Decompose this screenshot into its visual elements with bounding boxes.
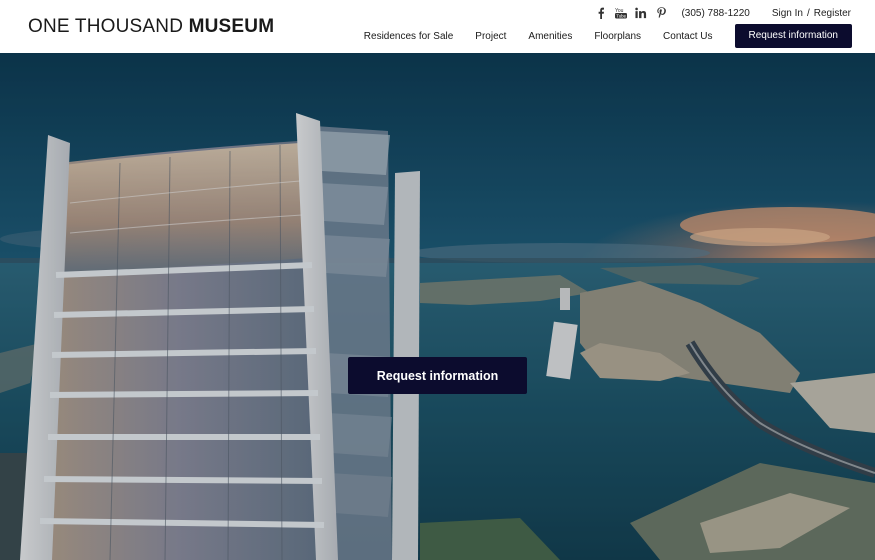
youtube-icon[interactable]: You Tube — [615, 7, 628, 19]
top-utility-bar: You Tube (305) 788-1220 Sign In / Registe… — [595, 6, 851, 20]
logo-bold-text: MUSEUM — [188, 16, 275, 37]
svg-text:Tube: Tube — [617, 14, 627, 19]
social-links: You Tube — [595, 7, 667, 19]
nav-residences-for-sale[interactable]: Residences for Sale — [364, 31, 454, 42]
hero-section: Request information — [0, 53, 875, 560]
nav-contact-us[interactable]: Contact Us — [663, 31, 712, 42]
register-link[interactable]: Register — [814, 8, 851, 19]
linkedin-icon[interactable] — [635, 7, 647, 19]
hero-background-image — [0, 53, 875, 560]
logo-light-text: ONE THOUSAND — [28, 16, 189, 37]
main-nav: Residences for Sale Project Amenities Fl… — [364, 24, 852, 48]
facebook-icon[interactable] — [595, 7, 607, 19]
nav-project[interactable]: Project — [475, 31, 506, 42]
phone-number[interactable]: (305) 788-1220 — [681, 8, 749, 19]
nav-amenities[interactable]: Amenities — [528, 31, 572, 42]
nav-floorplans[interactable]: Floorplans — [594, 31, 641, 42]
site-header: ONE THOUSAND MUSEUM You Tube (305) 788-12… — [0, 0, 875, 53]
sign-in-link[interactable]: Sign In — [772, 8, 803, 19]
auth-separator: / — [806, 7, 810, 19]
header-request-information-button[interactable]: Request information — [734, 24, 852, 48]
pinterest-icon[interactable] — [655, 7, 667, 19]
auth-links: Sign In / Register — [772, 8, 851, 19]
site-logo[interactable]: ONE THOUSAND MUSEUM — [28, 16, 274, 38]
hero-request-information-button[interactable]: Request information — [348, 357, 527, 394]
